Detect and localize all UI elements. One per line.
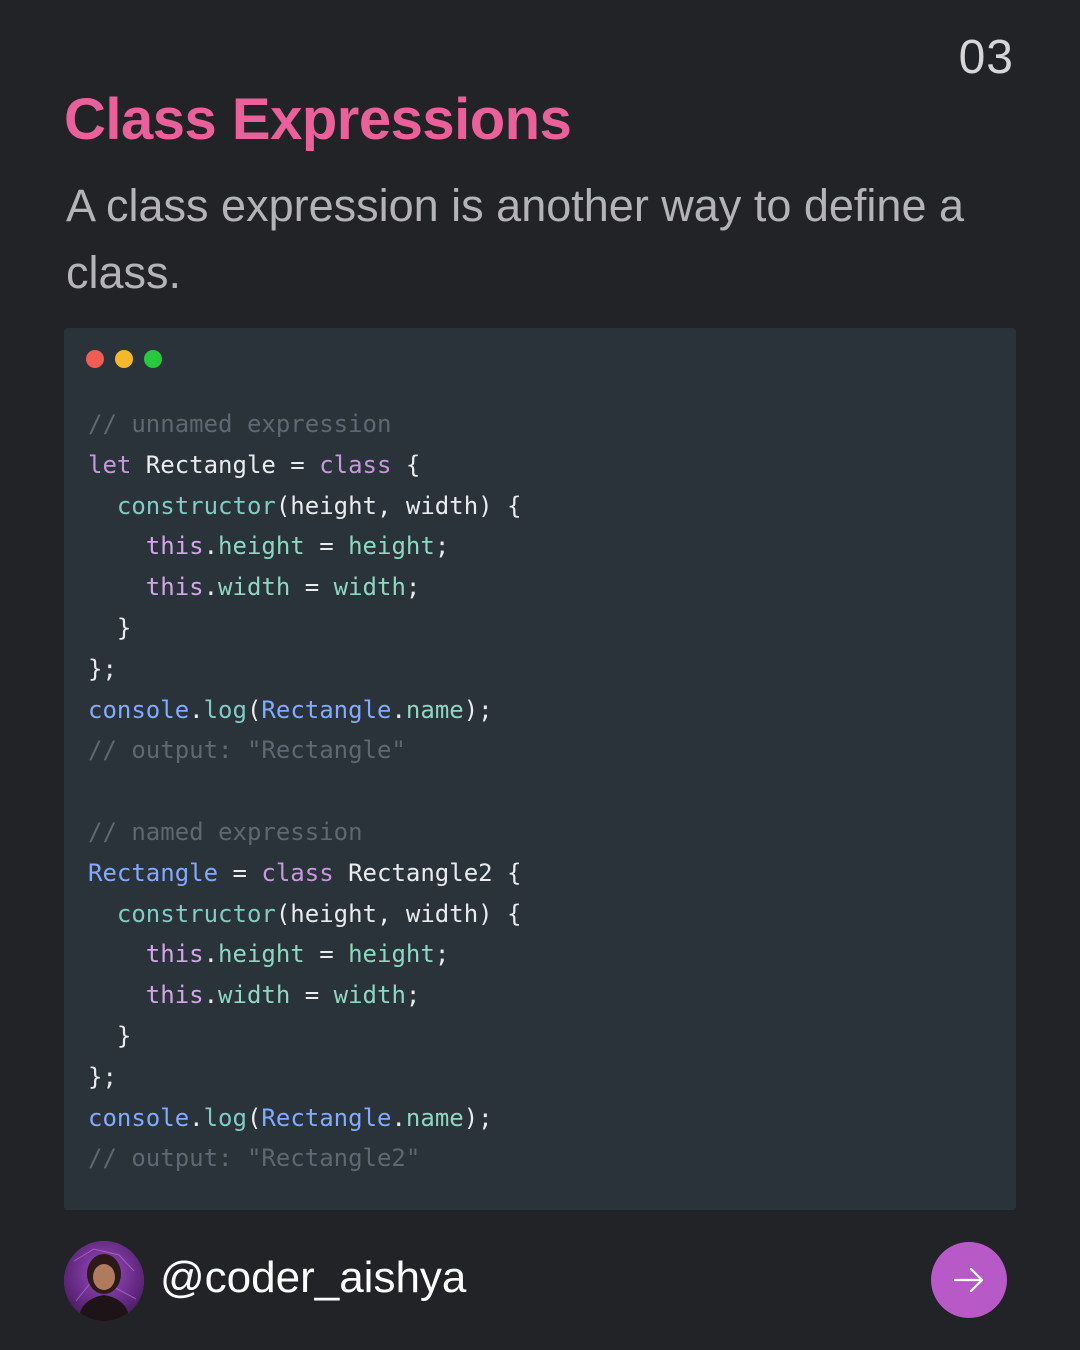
code-token: height xyxy=(348,940,435,969)
code-token: this xyxy=(145,940,204,969)
code-token: name xyxy=(405,1103,464,1132)
code-line: Rectangle = class Rectangle2 { xyxy=(88,853,522,894)
code-token: ; xyxy=(434,532,450,561)
code-token: ; xyxy=(405,981,421,1010)
code-token: width xyxy=(218,573,291,602)
code-token: Rectangle2 { xyxy=(333,858,522,887)
code-token: . xyxy=(203,940,219,969)
code-token: . xyxy=(203,573,219,602)
code-token: ( xyxy=(246,1103,262,1132)
code-window: // unnamed expression let Rectangle = cla… xyxy=(64,328,1016,1210)
code-token: = xyxy=(290,981,334,1010)
code-token: height xyxy=(218,940,305,969)
code-token: console xyxy=(88,695,190,724)
code-token: this xyxy=(145,532,204,561)
code-token: height xyxy=(348,532,435,561)
code-token: ); xyxy=(463,695,493,724)
code-token: let xyxy=(88,450,132,479)
next-button[interactable] xyxy=(931,1242,1007,1318)
code-line: // unnamed expression xyxy=(88,404,522,445)
code-token: // named expression xyxy=(88,817,363,846)
code-block: // unnamed expression let Rectangle = cla… xyxy=(88,404,522,1179)
code-token: class xyxy=(319,450,392,479)
code-line: this.width = width; xyxy=(88,975,522,1016)
code-line: } xyxy=(88,608,522,649)
code-line: }; xyxy=(88,1057,522,1098)
code-line: this.height = height; xyxy=(88,526,522,567)
minimize-dot-icon xyxy=(115,350,133,368)
code-line: constructor(height, width) { xyxy=(88,486,522,527)
code-token: Rectangle xyxy=(261,695,392,724)
code-token: height xyxy=(218,532,305,561)
code-token: { xyxy=(391,450,421,479)
code-line: } xyxy=(88,1016,522,1057)
code-line: let Rectangle = class { xyxy=(88,445,522,486)
code-token: ); xyxy=(463,1103,493,1132)
code-token: } xyxy=(88,613,132,642)
code-token: Rectangle xyxy=(261,1103,392,1132)
code-token: // unnamed expression xyxy=(88,410,392,438)
code-token: this xyxy=(145,981,204,1010)
code-token: . xyxy=(391,695,406,724)
code-token: width xyxy=(333,573,406,602)
code-token: . xyxy=(203,532,219,561)
arrow-right-icon xyxy=(953,1267,984,1293)
code-token: . xyxy=(203,981,219,1010)
code-token: constructor xyxy=(116,899,276,928)
code-token: Rectangle xyxy=(88,858,219,887)
page-subtitle: A class expression is another way to def… xyxy=(66,180,965,298)
code-line: console.log(Rectangle.name); xyxy=(88,690,522,731)
maximize-dot-icon xyxy=(144,350,162,368)
author-handle[interactable]: @coder_aishya xyxy=(160,1253,466,1303)
code-token: }; xyxy=(88,1062,117,1091)
code-token: = xyxy=(304,940,349,969)
code-line: this.height = height; xyxy=(88,934,522,975)
code-token: width xyxy=(218,981,291,1010)
code-token: width xyxy=(333,981,406,1010)
avatar-photo-icon xyxy=(64,1241,144,1321)
code-token: = xyxy=(304,532,349,561)
window-controls xyxy=(86,350,162,368)
code-token: // output: "Rectangle2" xyxy=(88,1144,421,1173)
code-token: (height, width) { xyxy=(275,899,522,928)
code-token: . xyxy=(189,1103,204,1132)
code-token: constructor xyxy=(116,491,276,520)
code-line: }; xyxy=(88,649,522,690)
code-token: } xyxy=(88,1021,132,1050)
code-token: log xyxy=(203,695,247,724)
code-line: constructor(height, width) { xyxy=(88,894,522,935)
avatar[interactable] xyxy=(64,1241,144,1321)
code-token: this xyxy=(145,573,204,602)
code-token: console xyxy=(88,1103,190,1132)
close-dot-icon xyxy=(86,350,104,368)
code-token: ( xyxy=(246,695,262,724)
page-title: Class Expressions xyxy=(64,87,572,152)
code-line: // named expression xyxy=(88,812,522,853)
code-token: . xyxy=(391,1103,406,1132)
code-line: // output: "Rectangle" xyxy=(88,730,522,771)
code-token: = xyxy=(218,858,262,887)
code-line: // output: "Rectangle2" xyxy=(88,1138,522,1179)
code-token: // output: "Rectangle" xyxy=(88,736,406,765)
page-number: 03 xyxy=(958,31,1014,84)
code-line: this.width = width; xyxy=(88,567,522,608)
code-token: Rectangle = xyxy=(131,450,320,479)
code-token: (height, width) { xyxy=(275,491,522,520)
code-token: = xyxy=(290,573,334,602)
code-token: name xyxy=(405,695,464,724)
code-token: ; xyxy=(405,573,421,602)
code-token: }; xyxy=(88,654,117,683)
code-token: class xyxy=(261,858,334,887)
code-token: ; xyxy=(434,940,450,969)
code-line: console.log(Rectangle.name); xyxy=(88,1098,522,1139)
code-token: log xyxy=(203,1103,247,1132)
code-token: . xyxy=(189,695,204,724)
